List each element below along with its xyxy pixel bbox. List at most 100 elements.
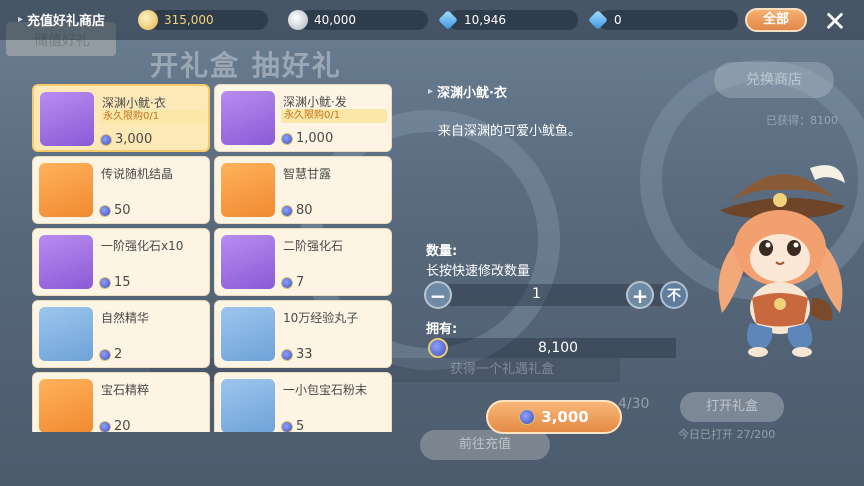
coin-icon	[99, 276, 111, 289]
item-price-value: 15	[114, 275, 131, 290]
item-price-value: 3,000	[115, 132, 153, 147]
coin-icon	[281, 276, 293, 289]
decrease-button[interactable]: −	[424, 281, 452, 309]
green-gem-icon	[221, 235, 275, 289]
coin-icon	[99, 204, 111, 217]
item-price-value: 33	[296, 347, 313, 362]
item-name: 宝石精粹	[101, 383, 150, 397]
item-price: 2	[99, 347, 122, 362]
item-card[interactable]: 深渊小鱿·衣 永久限购0/1 3,000	[32, 84, 210, 152]
coin-icon	[99, 348, 111, 361]
coin-icon	[100, 133, 112, 146]
gem-essence-icon	[39, 379, 93, 432]
item-price: 50	[99, 203, 131, 218]
item-name: 10万经验丸子	[283, 311, 359, 325]
shop-title-text: 充值好礼商店	[27, 14, 106, 29]
currency-silver-value: 40,000	[314, 13, 356, 27]
item-price-value: 1,000	[296, 131, 334, 146]
pirate-bunny-character	[718, 165, 845, 357]
item-name: 智慧甘露	[283, 167, 332, 181]
item-list[interactable]: 深渊小鱿·衣 永久限购0/1 3,000 深渊小鱿·发 永久限购0/1 1,00…	[32, 84, 394, 432]
shop-title: ▸ 充值好礼商店	[18, 10, 105, 29]
bg-title: 开礼盒 抽好礼	[150, 49, 342, 82]
bg-recharge-button: 前往充值	[420, 430, 550, 460]
owned-value: 8,100	[538, 340, 579, 356]
item-name: 一阶强化石x10	[101, 239, 184, 253]
item-card[interactable]: 智慧甘露 80	[214, 156, 392, 224]
owned-row: 8,100	[426, 336, 676, 360]
max-quantity-button[interactable]: 不	[660, 281, 688, 309]
gold-coin-icon	[138, 10, 158, 30]
item-card[interactable]: 二阶强化石 7	[214, 228, 392, 296]
item-price: 20	[99, 419, 131, 432]
currency-silver: 40,000	[288, 10, 428, 30]
quantity-label: 数量:	[426, 244, 458, 259]
currency-diamond-value: 0	[614, 13, 622, 27]
item-name: 一小包宝石粉末	[283, 383, 368, 397]
squid-hair-icon	[221, 91, 275, 145]
item-card[interactable]: 宝石精粹 20	[32, 372, 210, 432]
bg-open-count: 4/30	[618, 396, 650, 412]
bg-open-button: 打开礼盒	[680, 392, 784, 422]
bg-today-text: 今日已打开 27/200	[678, 428, 776, 441]
buy-button[interactable]: 3,000	[486, 400, 622, 434]
item-price-value: 7	[296, 275, 305, 290]
item-price: 33	[281, 347, 313, 362]
title-marker-icon: ▸	[428, 86, 434, 97]
top-bar: ▸ 充值好礼商店 315,000 40,000 10,946 0 全部 ✕	[0, 0, 864, 40]
item-name: 深渊小鱿·衣	[102, 96, 166, 110]
coin-icon	[99, 420, 111, 432]
item-price-value: 20	[114, 419, 131, 432]
coin-icon	[428, 338, 448, 358]
currency-gold: 315,000	[138, 10, 268, 30]
increase-button[interactable]: +	[626, 281, 654, 309]
coin-icon	[281, 348, 293, 361]
currency-diamond-plus-value: 10,946	[464, 13, 506, 27]
coin-icon	[281, 204, 293, 217]
item-name: 二阶强化石	[283, 239, 344, 253]
item-card[interactable]: 自然精华 2	[32, 300, 210, 368]
currency-diamond: 0	[588, 10, 738, 30]
squid-outfit-icon	[40, 92, 94, 146]
item-name: 传说随机结晶	[101, 167, 174, 181]
item-card[interactable]: 一小包宝石粉末 5	[214, 372, 392, 432]
item-name: 深渊小鱿·发	[283, 95, 347, 109]
detail-title: ▸ 深渊小鱿·衣	[428, 82, 507, 101]
item-card[interactable]: 深渊小鱿·发 永久限购0/1 1,000	[214, 84, 392, 152]
item-card[interactable]: 一阶强化石x10 15	[32, 228, 210, 296]
coin-icon	[519, 409, 536, 425]
coin-icon	[281, 420, 293, 432]
quantity-stepper: − 1 + 不	[424, 280, 688, 310]
buy-price: 3,000	[541, 408, 589, 426]
item-name: 自然精华	[101, 311, 150, 325]
silver-coin-icon	[288, 10, 308, 30]
item-price-value: 80	[296, 203, 313, 218]
bg-exchange-button: 兑换商店	[714, 62, 834, 98]
detail-description: 来自深渊的可爱小鱿鱼。	[438, 124, 582, 139]
item-price: 7	[281, 275, 304, 290]
currency-diamond-plus: 10,946	[438, 10, 578, 30]
filter-all-button[interactable]: 全部	[745, 8, 807, 32]
item-price: 80	[281, 203, 313, 218]
item-detail-panel: ▸ 深渊小鱿·衣 来自深渊的可爱小鱿鱼。 数量: 长按快速修改数量 − 1 + …	[418, 74, 688, 374]
item-price-value: 5	[296, 419, 305, 432]
item-price: 5	[281, 419, 304, 432]
title-marker-icon: ▸	[18, 14, 24, 25]
bg-stat: 已获得：8100	[766, 114, 838, 127]
item-price-value: 2	[114, 347, 123, 362]
exp-dumpling-icon	[221, 307, 275, 361]
yin-yang-orb-icon	[39, 307, 93, 361]
detail-title-text: 深渊小鱿·衣	[437, 86, 507, 101]
yellow-gem-icon	[39, 235, 93, 289]
currency-gold-value: 315,000	[164, 13, 214, 27]
quantity-value[interactable]: 1	[532, 286, 541, 302]
coin-icon	[281, 132, 293, 145]
item-card[interactable]: 10万经验丸子 33	[214, 300, 392, 368]
item-price: 1,000	[281, 131, 333, 146]
item-limit: 永久限购0/1	[100, 110, 206, 124]
owned-label: 拥有:	[426, 322, 458, 337]
item-price-value: 50	[114, 203, 131, 218]
item-price: 3,000	[100, 132, 152, 147]
item-card[interactable]: 传说随机结晶 50	[32, 156, 210, 224]
close-icon[interactable]: ✕	[822, 8, 848, 36]
